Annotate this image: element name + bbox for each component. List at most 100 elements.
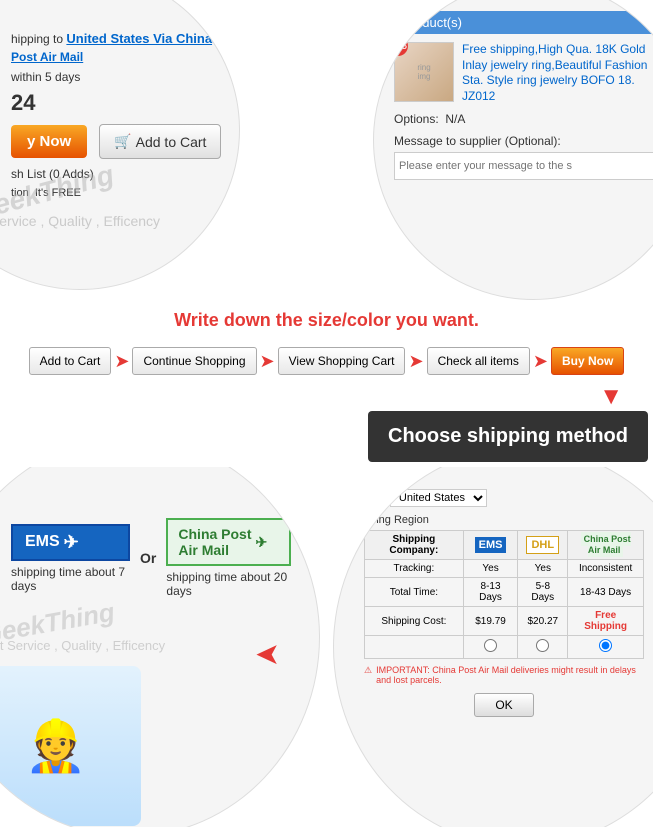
shipping-table: Shipping Company: EMS DHL China PostAir …	[364, 530, 644, 659]
shipping-options-row: EMS ✈ shipping time about 7 days Or Chin…	[11, 518, 291, 598]
radio-ems[interactable]	[463, 636, 518, 659]
table-row-radio	[365, 636, 644, 659]
continue-shopping-step[interactable]: Continue Shopping	[132, 347, 256, 375]
cost-ems: $19.79	[463, 607, 518, 636]
table-header-ems: EMS	[463, 531, 518, 560]
bottom-right-circle: 🇺🇸 United States pping Region Shipping C…	[333, 467, 653, 827]
radio-china-input[interactable]	[599, 639, 612, 652]
buy-now-step[interactable]: Buy Now	[551, 347, 624, 375]
tracking-label: Tracking:	[365, 560, 464, 578]
left-product-circle: hipping to United States Via China Post …	[0, 0, 240, 290]
ems-text: EMS	[25, 533, 60, 551]
arrow-down-icon: ▼	[0, 383, 653, 411]
us-flag-icon: 🇺🇸	[364, 488, 384, 508]
bottom-section: EMS ✈ shipping time about 7 days Or Chin…	[0, 467, 653, 827]
bottom-left-content: EMS ✈ shipping time about 7 days Or Chin…	[11, 518, 291, 608]
ok-button[interactable]: OK	[474, 693, 533, 717]
table-header-company: Shipping Company:	[365, 531, 464, 560]
choose-shipping-label: Choose shipping method	[368, 411, 648, 462]
shipping-link[interactable]: United States Via China	[66, 31, 212, 46]
country-select[interactable]: United States	[390, 489, 487, 507]
product-row: ringimg 503 Free shipping,High Qua. 18K …	[394, 42, 653, 104]
shipping-method-text: Post Air Mail	[11, 50, 240, 64]
right-circle-content: Product(s) ringimg 503 Free shipping,Hig…	[394, 11, 653, 180]
write-down-text: Write down the size/color you want.	[20, 310, 633, 331]
warning-icon: ⚠	[364, 665, 372, 676]
right-product-circle: Product(s) ringimg 503 Free shipping,Hig…	[373, 0, 653, 300]
check-items-step[interactable]: Check all items	[427, 347, 530, 375]
table-header-china: China PostAir Mail	[568, 531, 644, 560]
product-title: Free shipping,High Qua. 18K Gold Inlay j…	[462, 42, 653, 104]
product-header: Product(s)	[394, 11, 653, 34]
watermark-sub-bottom: Great Service , Quality , Efficency	[0, 638, 165, 653]
message-label: Message to supplier (Optional):	[394, 134, 653, 148]
plane-icon: ✈	[64, 532, 79, 553]
arrow-left-icon: ➤	[255, 637, 280, 672]
shipping-to-label: hipping to United States Via China	[11, 31, 240, 46]
tracking-china: Inconsistent	[568, 560, 644, 578]
time-dhl: 5-8 Days	[518, 578, 568, 607]
arrow-icon-4: ➤	[533, 351, 548, 372]
china-post-text: China PostAir Mail	[178, 526, 251, 558]
china-post-logo: China PostAir Mail	[581, 532, 631, 557]
left-circle-content: hipping to United States Via China Post …	[11, 31, 240, 199]
radio-dhl-input[interactable]	[536, 639, 549, 652]
add-to-cart-step[interactable]: Add to Cart	[29, 347, 112, 375]
china-post-badge: China PostAir Mail ✈	[166, 518, 291, 566]
shipping-to-text: hipping to	[11, 32, 63, 46]
person-illustration: 👷	[0, 666, 141, 826]
table-row-tracking: Tracking: Yes Yes Inconsistent	[365, 560, 644, 578]
radio-ems-input[interactable]	[484, 639, 497, 652]
radio-dhl[interactable]	[518, 636, 568, 659]
radio-china[interactable]	[568, 636, 644, 659]
china-plane-icon: ✈	[256, 534, 268, 551]
table-header-dhl: DHL	[518, 531, 568, 560]
table-row-time: Total Time: 8-13 Days 5-8 Days 18-43 Day…	[365, 578, 644, 607]
time-ems: 8-13 Days	[463, 578, 518, 607]
write-down-section: Write down the size/color you want.	[0, 300, 653, 339]
watermark-sub-left: Great Service , Quality , Efficency	[0, 213, 160, 229]
china-post-shipping-time: shipping time about 20 days	[166, 570, 291, 598]
or-divider: Or	[140, 550, 156, 566]
bottom-right-content: 🇺🇸 United States pping Region Shipping C…	[364, 488, 644, 717]
ems-shipping-time: shipping time about 7 days	[11, 565, 130, 593]
important-text: IMPORTANT: China Post Air Mail deliverie…	[376, 665, 644, 685]
product-badge: 503	[388, 36, 408, 56]
add-to-cart-button[interactable]: 🛒 Add to Cart	[99, 124, 221, 159]
shipping-region-label: pping Region	[364, 514, 644, 526]
action-buttons: y Now 🛒 Add to Cart	[11, 124, 240, 159]
arrow-icon-1: ➤	[114, 351, 129, 372]
ems-option: EMS ✈ shipping time about 7 days	[11, 524, 130, 593]
product-info: Free shipping,High Qua. 18K Gold Inlay j…	[462, 42, 653, 104]
ems-logo: EMS	[475, 537, 507, 553]
product-options: Options: N/A	[394, 112, 653, 126]
radio-label	[365, 636, 464, 659]
cost-china: Free Shipping	[568, 607, 644, 636]
ems-badge: EMS ✈	[11, 524, 130, 561]
time-label: Total Time:	[365, 578, 464, 607]
buy-now-button[interactable]: y Now	[11, 125, 87, 158]
free-shipping-text: Free Shipping	[584, 610, 627, 632]
arrow-icon-3: ➤	[408, 351, 423, 372]
cost-dhl: $20.27	[518, 607, 568, 636]
top-section: hipping to United States Via China Post …	[0, 0, 653, 300]
dhl-logo: DHL	[526, 536, 559, 554]
product-price: 24	[11, 90, 240, 116]
view-cart-step[interactable]: View Shopping Cart	[278, 347, 406, 375]
cart-icon: 🛒	[114, 133, 131, 150]
shipping-country: United States Via China	[66, 31, 212, 46]
product-image-wrapper: ringimg 503	[394, 42, 454, 104]
delivery-time: within 5 days	[11, 70, 240, 84]
choose-shipping-box: Choose shipping method	[5, 411, 648, 462]
table-row-cost: Shipping Cost: $19.79 $20.27 Free Shippi…	[365, 607, 644, 636]
steps-section: Add to Cart ➤ Continue Shopping ➤ View S…	[0, 339, 653, 383]
tracking-ems: Yes	[463, 560, 518, 578]
time-china: 18-43 Days	[568, 578, 644, 607]
arrow-icon-2: ➤	[260, 351, 275, 372]
message-input[interactable]	[394, 152, 653, 180]
important-note: ⚠ IMPORTANT: China Post Air Mail deliver…	[364, 665, 644, 685]
china-post-option: China PostAir Mail ✈ shipping time about…	[166, 518, 291, 598]
tracking-dhl: Yes	[518, 560, 568, 578]
country-selector-row: 🇺🇸 United States	[364, 488, 644, 508]
cost-label: Shipping Cost:	[365, 607, 464, 636]
